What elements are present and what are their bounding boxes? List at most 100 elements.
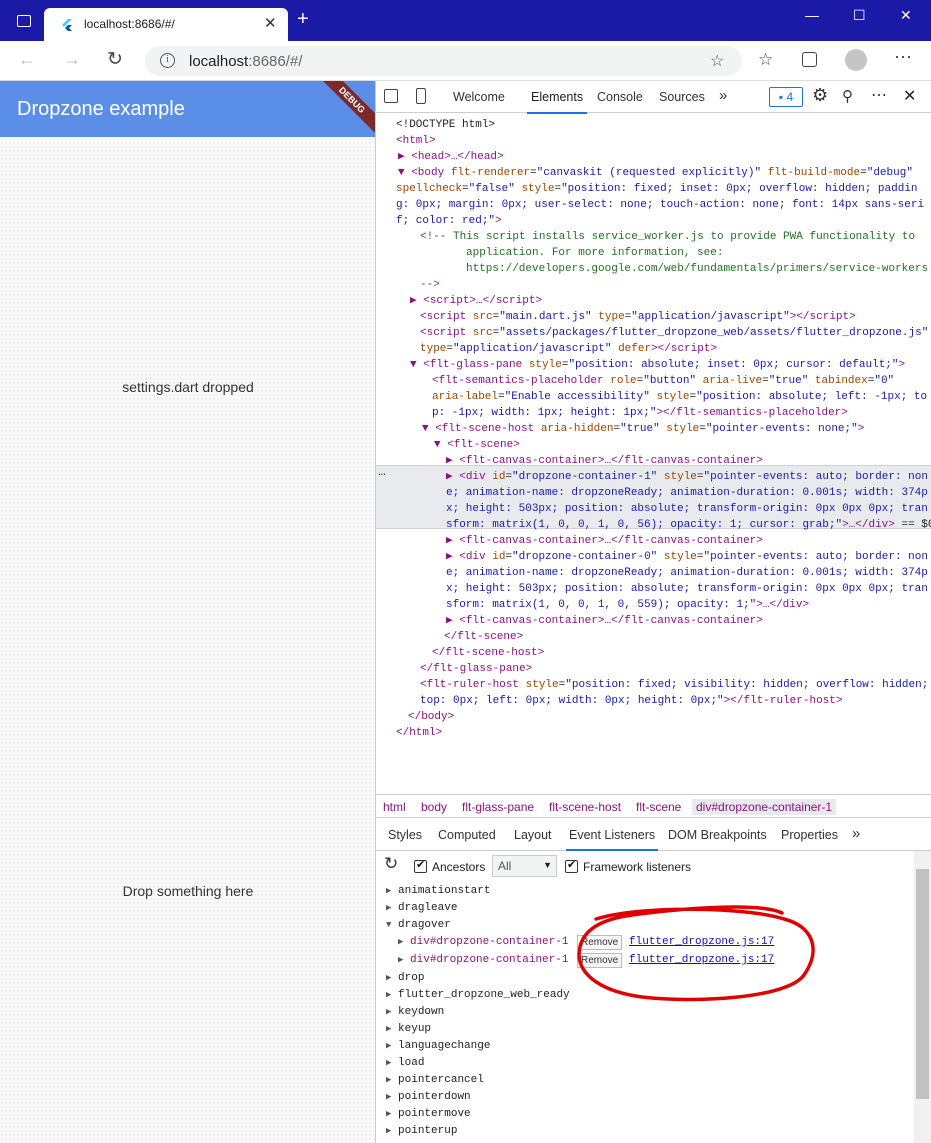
dom-node-line[interactable]: p: -1px; width: 1px; height: 1px;"></flt… xyxy=(432,405,848,421)
dom-node-line[interactable]: e; animation-name: dropzoneReady; animat… xyxy=(446,485,928,501)
dom-node-line[interactable]: https://developers.google.com/web/fundam… xyxy=(466,261,928,277)
dom-node-line[interactable]: type="application/javascript" defer></sc… xyxy=(420,341,717,357)
event-type-dragover[interactable]: ▼ dragover xyxy=(386,917,451,934)
more-subtabs-icon[interactable]: » xyxy=(852,825,860,842)
dom-node-line[interactable]: --> xyxy=(420,277,440,293)
dom-node-line[interactable]: spellcheck="false" style="position: fixe… xyxy=(396,181,918,197)
new-tab-button[interactable]: + xyxy=(297,8,309,31)
subtab-layout[interactable]: Layout xyxy=(514,828,552,842)
dom-node-line[interactable]: x; height: 503px; position: absolute; tr… xyxy=(446,501,928,517)
dom-node-line[interactable]: ▼ <flt-scene-host aria-hidden="true" sty… xyxy=(422,421,864,437)
crumb-body[interactable]: body xyxy=(421,800,447,814)
dom-node-line[interactable]: ▶ <flt-canvas-container>…</flt-canvas-co… xyxy=(446,453,763,469)
dom-node-line[interactable]: <!DOCTYPE html> xyxy=(396,117,495,133)
crumb-flt-glass-pane[interactable]: flt-glass-pane xyxy=(462,800,534,814)
url-bar[interactable]: i localhost:8686/#/ ☆ xyxy=(145,46,742,76)
dom-node-line[interactable]: <flt-semantics-placeholder role="button"… xyxy=(432,373,894,389)
settings-gear-icon[interactable]: ⚙ xyxy=(812,85,828,106)
more-menu-icon[interactable]: ⋯ xyxy=(894,47,912,68)
dom-node-line[interactable]: <!-- This script installs service_worker… xyxy=(420,229,915,245)
listener-node[interactable]: ▶ div#dropzone-container-1 xyxy=(398,934,568,951)
dom-node-line[interactable]: ▼ <body flt-renderer="canvaskit (request… xyxy=(398,165,913,181)
favorites-icon[interactable]: ☆ xyxy=(758,50,773,70)
dom-node-line[interactable]: </flt-glass-pane> xyxy=(420,661,532,677)
dom-node-line[interactable]: ▶ <div id="dropzone-container-1" style="… xyxy=(446,469,928,485)
crumb-flt-scene-host[interactable]: flt-scene-host xyxy=(549,800,621,814)
dom-node-line[interactable]: ▶ <div id="dropzone-container-0" style="… xyxy=(446,549,928,565)
crumb-flt-scene[interactable]: flt-scene xyxy=(636,800,681,814)
reload-icon[interactable]: ↻ xyxy=(107,48,123,71)
forward-icon[interactable]: → xyxy=(63,49,81,70)
subtab-styles[interactable]: Styles xyxy=(388,828,422,842)
dom-node-line[interactable]: <flt-ruler-host style="position: fixed; … xyxy=(420,677,928,693)
dom-node-line[interactable]: <script src="main.dart.js" type="applica… xyxy=(420,309,856,325)
tab-welcome[interactable]: Welcome xyxy=(453,90,505,104)
event-type-dragleave[interactable]: ▶ dragleave xyxy=(386,900,457,917)
dom-node-line[interactable]: <html> xyxy=(396,133,436,149)
more-tabs-icon[interactable]: » xyxy=(719,87,727,104)
dom-tree[interactable]: … <!DOCTYPE html> <html> ▶ <head>…</head> ▼… xyxy=(376,113,931,793)
subtab-computed[interactable]: Computed xyxy=(438,828,496,842)
dom-node-line[interactable]: x; height: 503px; position: absolute; tr… xyxy=(446,581,928,597)
tab-close-icon[interactable]: ✕ xyxy=(264,14,277,32)
customize-icon[interactable]: ⚲ xyxy=(842,87,853,105)
dom-node-line[interactable]: <script src="assets/packages/flutter_dro… xyxy=(420,325,928,341)
dom-node-line[interactable]: ▶ <flt-canvas-container>…</flt-canvas-co… xyxy=(446,613,763,629)
dom-node-line[interactable]: sform: matrix(1, 0, 0, 1, 0, 559); opaci… xyxy=(446,597,809,613)
tab-console[interactable]: Console xyxy=(597,90,643,104)
close-window-button[interactable]: ✕ xyxy=(900,7,912,24)
dom-node-line[interactable]: ▶ <head>…</head> xyxy=(398,149,504,165)
more-options-icon[interactable]: ⋯ xyxy=(871,85,887,105)
favorite-add-icon[interactable]: ☆ xyxy=(710,51,724,71)
subtab-properties[interactable]: Properties xyxy=(781,828,838,842)
dom-node-line[interactable]: ▼ <flt-scene> xyxy=(434,437,520,453)
event-type-languagechange[interactable]: ▶ languagechange xyxy=(386,1038,490,1055)
ancestors-checkbox[interactable] xyxy=(414,858,427,873)
event-type-animationstart[interactable]: ▶ animationstart xyxy=(386,883,490,900)
window-menu-icon[interactable] xyxy=(17,15,31,27)
event-type-pointerdown[interactable]: ▶ pointerdown xyxy=(386,1089,471,1106)
crumb-dropzone-container-1[interactable]: div#dropzone-container-1 xyxy=(692,799,837,815)
dom-node-line[interactable]: aria-label="Enable accessibility" style=… xyxy=(432,389,927,405)
device-toolbar-icon[interactable] xyxy=(416,88,426,104)
event-type-drop[interactable]: ▶ drop xyxy=(386,970,424,987)
browser-tab[interactable]: localhost:8686/#/ ✕ xyxy=(44,8,288,41)
dom-node-line[interactable]: </flt-scene> xyxy=(444,629,523,645)
maximize-button[interactable]: ☐ xyxy=(853,7,866,24)
crumb-html[interactable]: html xyxy=(383,800,406,814)
listener-node[interactable]: ▶ div#dropzone-container-1 xyxy=(398,952,568,969)
dom-node-line[interactable]: g: 0px; margin: 0px; user-select: none; … xyxy=(396,197,924,213)
event-type-pointercancel[interactable]: ▶ pointercancel xyxy=(386,1072,484,1089)
dom-node-line[interactable]: </flt-scene-host> xyxy=(432,645,544,661)
tab-elements[interactable]: Elements xyxy=(526,90,588,114)
inspect-element-icon[interactable] xyxy=(384,89,398,103)
dom-node-line[interactable]: ▼ <flt-glass-pane style="position: absol… xyxy=(410,357,905,373)
subtab-event-listeners[interactable]: Event Listeners xyxy=(565,828,659,851)
dom-node-line[interactable]: e; animation-name: dropzoneReady; animat… xyxy=(446,565,928,581)
framework-listeners-checkbox[interactable] xyxy=(565,858,578,873)
minimize-button[interactable]: — xyxy=(805,7,819,23)
dom-node-line[interactable]: </html> xyxy=(396,725,442,741)
event-type-load[interactable]: ▶ load xyxy=(386,1055,424,1072)
dom-node-line[interactable]: top: 0px; left: 0px; width: 0px; height:… xyxy=(420,693,842,709)
back-icon[interactable]: ← xyxy=(18,49,36,70)
event-type-pointermove[interactable]: ▶ pointermove xyxy=(386,1106,471,1123)
subtab-dom-breakpoints[interactable]: DOM Breakpoints xyxy=(668,828,767,842)
dom-node-line[interactable]: f; color: red;"> xyxy=(396,213,502,229)
issues-badge[interactable]: ▪ 4 xyxy=(769,87,803,107)
event-filter-select[interactable]: All ▼ xyxy=(492,855,557,877)
dropzone-0[interactable]: Drop something here xyxy=(0,640,375,1143)
collections-icon[interactable] xyxy=(802,52,817,67)
dom-node-line[interactable]: ▶ <script>…</script> xyxy=(410,293,542,309)
listeners-scrollbar-thumb[interactable] xyxy=(916,869,929,1099)
dom-node-line[interactable]: ▶ <flt-canvas-container>…</flt-canvas-co… xyxy=(446,533,763,549)
dom-node-line[interactable]: </body> xyxy=(408,709,454,725)
dom-node-line[interactable]: sform: matrix(1, 0, 0, 1, 0, 56); opacit… xyxy=(446,517,931,533)
refresh-icon[interactable]: ↻ xyxy=(384,854,398,874)
profile-avatar[interactable] xyxy=(845,49,867,71)
tab-sources[interactable]: Sources xyxy=(659,90,705,104)
site-info-icon[interactable]: i xyxy=(160,53,175,68)
event-type-keydown[interactable]: ▶ keydown xyxy=(386,1004,444,1021)
dropzone-1[interactable]: settings.dart dropped xyxy=(0,137,375,640)
dom-node-line[interactable]: application. For more information, see: xyxy=(466,245,723,261)
